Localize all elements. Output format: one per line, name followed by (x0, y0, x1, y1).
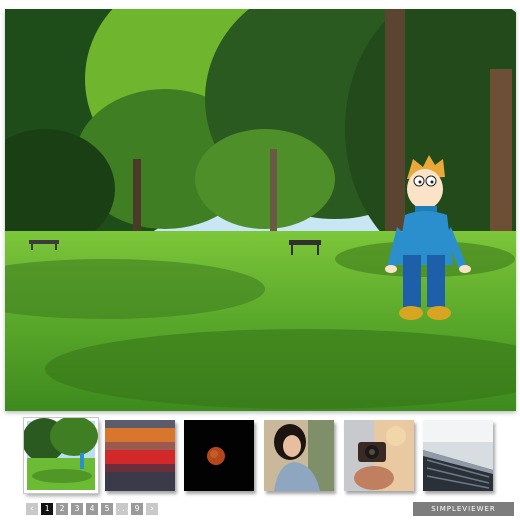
page-4-button[interactable]: 4 (86, 503, 98, 515)
prev-page-button[interactable]: ‹ (26, 503, 38, 515)
next-page-button[interactable]: › (146, 503, 158, 515)
pagination: ‹ 1 2 3 4 5 ... 9 › (26, 503, 158, 516)
page-5-button[interactable]: 5 (101, 503, 113, 515)
page-9-button[interactable]: 9 (131, 503, 143, 515)
page-ellipsis: ... (116, 503, 131, 515)
thumbnail-building[interactable] (423, 420, 493, 491)
page-1-button[interactable]: 1 (41, 503, 53, 515)
main-image[interactable] (5, 9, 516, 411)
page-3-button[interactable]: 3 (71, 503, 83, 515)
woman-portrait-thumbnail-icon (264, 420, 334, 491)
park-thumbnail-icon (24, 418, 98, 493)
lunar-eclipse-thumbnail-icon (184, 420, 254, 491)
thumbnail-camera[interactable] (344, 420, 414, 491)
sunset-sea-thumbnail-icon (105, 420, 175, 491)
camera-photographer-thumbnail-icon (344, 420, 414, 491)
thumbnail-park[interactable] (24, 418, 98, 493)
thumbnail-woman-portrait[interactable] (264, 420, 334, 491)
building-architecture-thumbnail-icon (423, 420, 493, 491)
thumbnail-sunset[interactable] (105, 420, 175, 491)
page-2-button[interactable]: 2 (56, 503, 68, 515)
simpleviewer-credit-button[interactable]: SIMPLEVIEWER (413, 502, 514, 516)
thumbnail-lunar-eclipse[interactable] (184, 420, 254, 491)
